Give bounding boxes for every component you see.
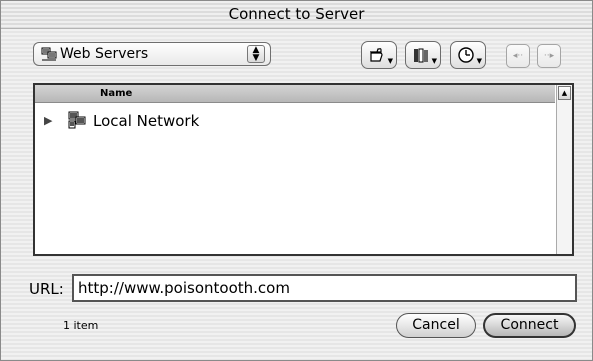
connect-to-server-window: Connect to Server Web Servers ▲ ▼ ▼ ▼ ▼ …	[0, 0, 593, 361]
name-column-header[interactable]: Name	[35, 85, 555, 103]
back-arrow-icon: ◂··	[512, 51, 524, 61]
location-popup-label: Web Servers	[60, 46, 149, 62]
url-field[interactable]	[72, 274, 577, 302]
url-label: URL:	[29, 280, 64, 298]
window-title: Connect to Server	[228, 5, 365, 23]
forward-arrow-icon: ··▸	[543, 51, 555, 61]
column-header-label: Name	[100, 88, 133, 99]
actions-button[interactable]: ▼	[361, 41, 397, 69]
title-bar[interactable]: Connect to Server	[1, 1, 592, 29]
dropdown-caret-icon: ▼	[431, 57, 437, 65]
recent-servers-button[interactable]: ▼	[450, 41, 486, 69]
dropdown-caret-icon: ▼	[476, 57, 482, 65]
popup-arrows-icon: ▲ ▼	[247, 45, 265, 63]
list-item-label: Local Network	[93, 112, 200, 130]
dropdown-caret-icon: ▼	[387, 57, 393, 65]
shortcuts-button[interactable]: ▼	[405, 41, 441, 69]
server-browser: Name ▲ ▶ Local Network	[33, 83, 574, 256]
vertical-scrollbar[interactable]: ▲	[556, 85, 572, 254]
back-button[interactable]: ◂··	[506, 44, 530, 68]
connect-button[interactable]: Connect	[483, 313, 576, 338]
scroll-up-icon[interactable]: ▲	[558, 86, 571, 100]
location-popup[interactable]: Web Servers ▲ ▼	[33, 42, 271, 66]
local-network-icon	[68, 111, 86, 129]
item-count: 1 item	[63, 319, 99, 332]
network-icon	[41, 47, 57, 61]
list-item[interactable]: ▶ Local Network	[35, 110, 555, 132]
forward-button[interactable]: ··▸	[537, 44, 561, 68]
disclosure-triangle-icon[interactable]: ▶	[44, 114, 52, 127]
cancel-button[interactable]: Cancel	[396, 313, 476, 338]
